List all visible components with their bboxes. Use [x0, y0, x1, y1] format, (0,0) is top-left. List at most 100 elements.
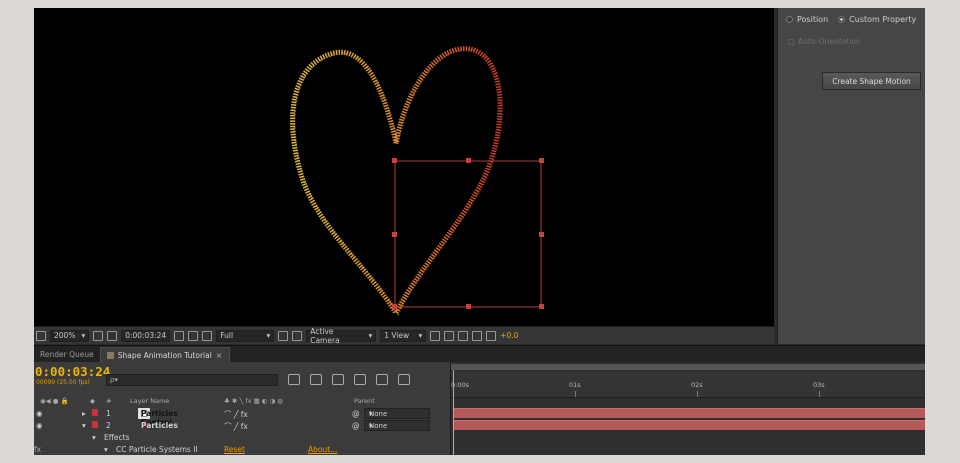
mask-visibility-icon[interactable]	[107, 330, 118, 341]
zoom-value: 200%	[54, 331, 76, 340]
viewer-timecode: 0:00:03:24	[125, 331, 167, 340]
parent-dropdown[interactable]: None ▾	[364, 408, 430, 419]
layer-index: 1	[106, 409, 111, 418]
pickwhip-icon[interactable]: @	[352, 409, 360, 418]
timeline-timecode[interactable]: 0:00:03:24	[35, 364, 110, 379]
chevron-down-icon: ▾	[368, 331, 373, 340]
heart-particles-path	[290, 46, 503, 319]
timeline-tab-bar: Render Queue Shape Animation Tutorial ×	[34, 345, 925, 362]
av-switches-icon: ◉◀ ● 🔒	[40, 397, 69, 405]
layer-search-input[interactable]: ρ▾	[106, 374, 278, 386]
layer-name-label: Particles	[141, 421, 178, 430]
ruler-tick	[697, 391, 698, 397]
radio-dot-icon	[838, 16, 846, 23]
reset-exposure-icon[interactable]	[486, 330, 497, 341]
pickwhip-icon[interactable]: @	[352, 421, 360, 430]
expand-arrow-icon[interactable]: ▸	[82, 409, 86, 418]
transparency-grid-icon[interactable]	[292, 330, 303, 341]
draft-3d-icon[interactable]	[310, 374, 322, 385]
resolution-dropdown[interactable]: Full ▾	[216, 329, 275, 342]
viewer-toolbar: 200% ▾ 0:00:03:24 Full ▾ Active Camera ▾…	[34, 326, 774, 345]
shy-layers-icon[interactable]	[332, 374, 344, 385]
close-icon[interactable]: ×	[216, 351, 223, 360]
about-link[interactable]: About...	[308, 445, 337, 454]
auto-orientation-checkbox[interactable]: Auto-Orientation	[788, 37, 861, 46]
after-effects-window: Position Custom Property Auto-Orientatio…	[34, 8, 925, 455]
timeline-graph-area[interactable]: 0:00s 01s 02s 03s	[450, 362, 925, 455]
time-ruler[interactable]: 0:00s 01s 02s 03s	[451, 372, 925, 398]
chevron-down-icon: ▾	[369, 422, 373, 430]
shape-motion-panel: Position Custom Property Auto-Orientatio…	[777, 8, 925, 344]
resolution-value: Full	[220, 331, 234, 340]
current-time-field[interactable]: 0:00:03:24	[121, 329, 171, 342]
custom-property-radio-label: Custom Property	[849, 15, 917, 24]
snapshot-icon[interactable]	[174, 330, 185, 341]
expand-arrow-icon[interactable]: ▾	[92, 433, 96, 442]
show-snapshot-icon[interactable]	[188, 330, 199, 341]
expand-arrow-icon[interactable]: ▾	[104, 445, 108, 454]
layer-outline: 0:00:03:24 00099 (25.00 fps) ρ▾ ◉◀ ● 🔒 ◆…	[34, 362, 450, 455]
effects-group-row[interactable]: ▾ Effects	[34, 432, 450, 444]
work-area-bar[interactable]	[451, 364, 925, 370]
grid-icon[interactable]	[93, 330, 104, 341]
timeline-panel: 0:00:03:24 00099 (25.00 fps) ρ▾ ◉◀ ● 🔒 ◆…	[34, 362, 925, 455]
layer-index: 2	[106, 421, 111, 430]
composition-viewer[interactable]	[34, 8, 774, 326]
layer-switches[interactable]: ⌒ ╱ fx	[224, 421, 248, 432]
layer-duration-bar[interactable]	[453, 420, 925, 430]
fx-icon[interactable]: fx	[34, 445, 41, 454]
tab-render-queue[interactable]: Render Queue	[34, 347, 100, 362]
tab-render-queue-label: Render Queue	[40, 350, 94, 359]
number-column-header: #	[106, 397, 112, 405]
effect-row[interactable]: fx ▾ CC Particle Systems II Reset About.…	[34, 444, 450, 455]
effect-name: CC Particle Systems II	[116, 445, 198, 454]
camera-dropdown[interactable]: Active Camera ▾	[306, 327, 377, 345]
label-color-swatch[interactable]	[92, 409, 98, 416]
composition-mini-flowchart-icon[interactable]	[288, 374, 300, 385]
composition-icon	[106, 351, 114, 359]
parent-dropdown[interactable]: None ▾	[364, 420, 430, 431]
timeline-icon[interactable]	[458, 330, 469, 341]
shape-mask-path[interactable]	[394, 160, 542, 308]
ruler-tick	[575, 391, 576, 397]
flowchart-icon[interactable]	[472, 330, 483, 341]
layer-name-particles-control[interactable]: Particles Control	[138, 408, 178, 427]
ruler-tick	[819, 391, 820, 397]
always-preview-icon[interactable]	[36, 330, 46, 341]
zoom-dropdown[interactable]: 200% ▾	[50, 329, 90, 342]
view-layout-dropdown[interactable]: 1 View ▾	[380, 329, 427, 342]
frame-blending-icon[interactable]	[354, 374, 366, 385]
effects-label: Effects	[104, 433, 130, 442]
layer-name-particles[interactable]: Particles	[138, 420, 178, 431]
fast-previews-icon[interactable]	[444, 330, 455, 341]
tab-shape-animation-tutorial[interactable]: Shape Animation Tutorial ×	[99, 347, 230, 362]
eye-icon[interactable]: ◉	[36, 409, 43, 418]
position-radio[interactable]: Position	[786, 15, 828, 24]
custom-property-radio[interactable]: Custom Property	[838, 15, 916, 24]
ruler-label: 02s	[691, 381, 703, 389]
chevron-down-icon: ▾	[418, 331, 423, 340]
motion-blur-icon[interactable]	[376, 374, 388, 385]
layer-duration-bar[interactable]	[453, 408, 925, 418]
view-layout-value: 1 View	[384, 331, 410, 340]
switches-column-icons: ♣ ✱ ╲ fx ▦ ◐ ◑ ◍	[224, 397, 283, 405]
auto-orientation-label: Auto-Orientation	[798, 37, 861, 46]
checkbox-icon	[788, 38, 794, 45]
exposure-value[interactable]: +0.0	[500, 331, 518, 340]
layer-row[interactable]: ◉ ▾ 2 Particles ⌒ ╱ fx @ None ▾	[34, 420, 450, 432]
timeline-switches	[288, 374, 410, 385]
expand-arrow-icon[interactable]: ▾	[82, 421, 86, 430]
layer-switches[interactable]: ⌒ ╱ fx	[224, 409, 248, 420]
eye-icon[interactable]: ◉	[36, 421, 43, 430]
graph-editor-icon[interactable]	[398, 374, 410, 385]
toggle-pixel-aspect-icon[interactable]	[430, 330, 441, 341]
region-of-interest-icon[interactable]	[278, 330, 289, 341]
label-color-swatch[interactable]	[92, 421, 98, 428]
channel-icon[interactable]	[202, 330, 213, 341]
layer-row[interactable]: ◉ ▸ 1 Particles Control ⌒ ╱ fx @ None ▾	[34, 408, 450, 427]
ruler-label: 03s	[813, 381, 825, 389]
chevron-down-icon: ▾	[266, 331, 271, 340]
current-time-indicator[interactable]	[453, 370, 454, 455]
create-shape-motion-button[interactable]: Create Shape Motion	[822, 72, 921, 90]
reset-link[interactable]: Reset	[224, 445, 245, 454]
